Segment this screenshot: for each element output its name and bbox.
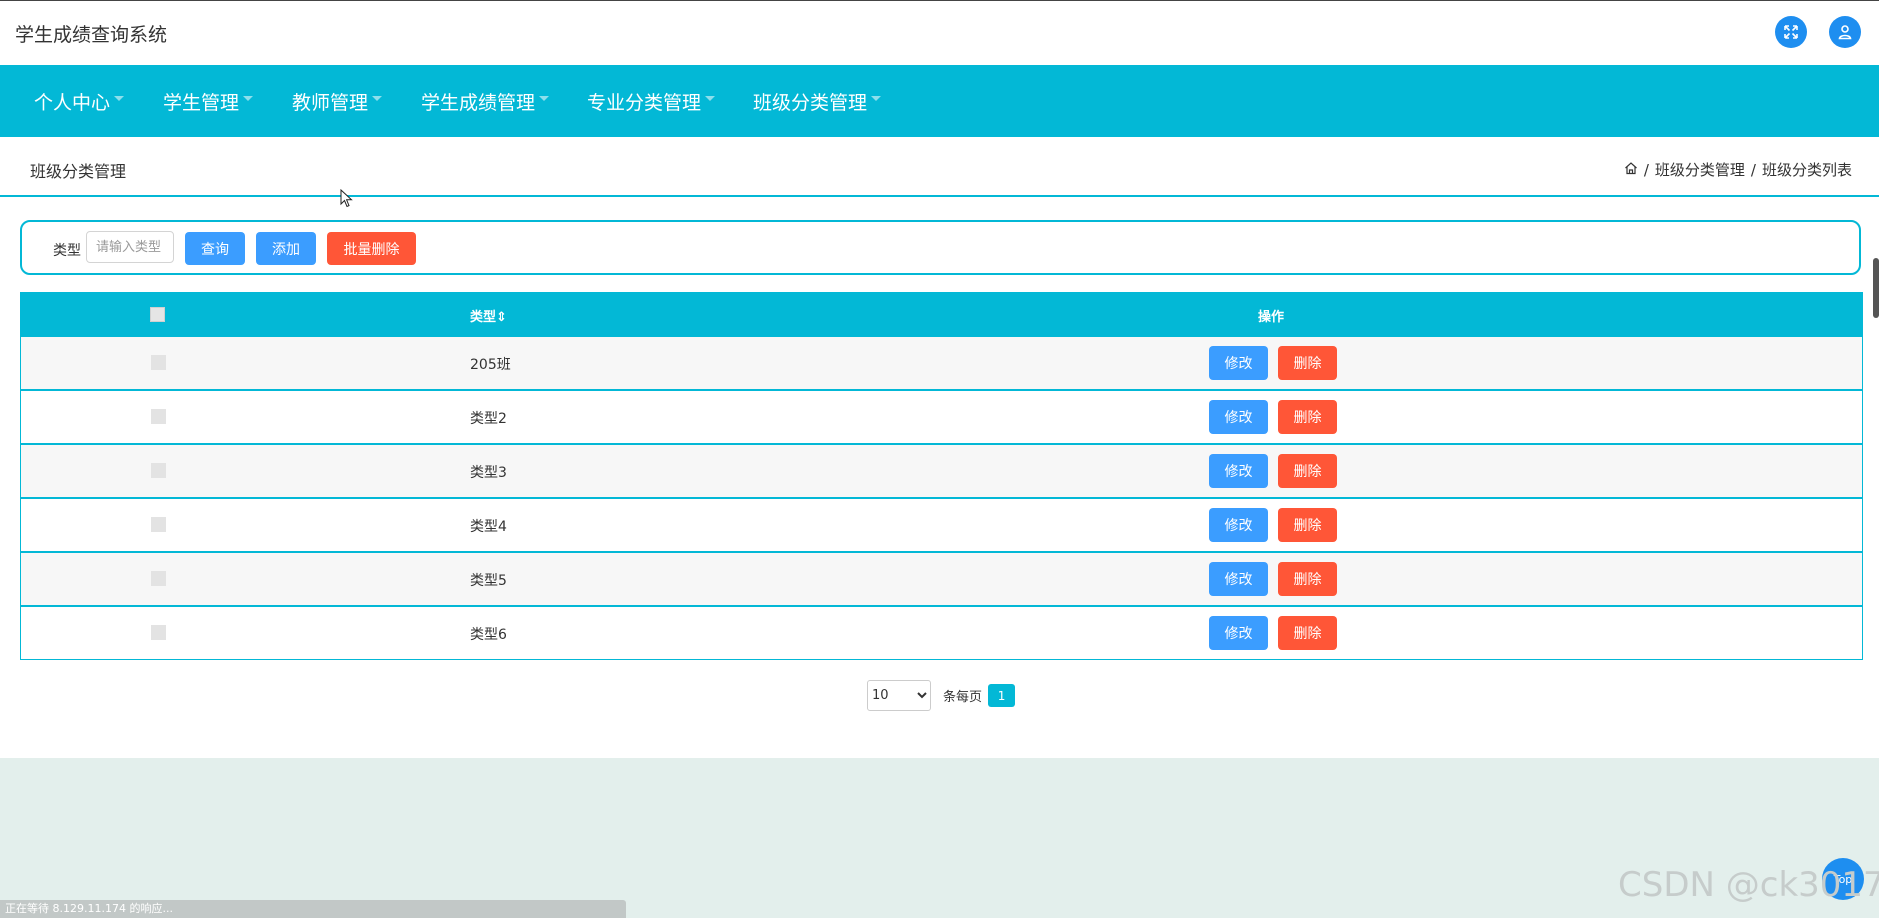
delete-button[interactable]: 删除 <box>1278 346 1337 380</box>
breadcrumb-separator: / <box>1750 160 1756 179</box>
table-header: 类型⇕ 操作 <box>20 292 1863 336</box>
main-nav: 个人中心 学生管理 教师管理 学生成绩管理 专业分类管理 班级分类管理 <box>0 65 1879 137</box>
query-button[interactable]: 查询 <box>185 232 245 265</box>
page-header: 班级分类管理 / 班级分类管理 / 班级分类列表 <box>0 137 1879 197</box>
edit-button[interactable]: 修改 <box>1209 508 1268 542</box>
home-icon[interactable] <box>1624 161 1638 179</box>
page-size-select[interactable]: 10 <box>867 680 931 711</box>
edit-button[interactable]: 修改 <box>1209 454 1268 488</box>
nav-item-label: 学生成绩管理 <box>421 91 536 114</box>
app-title: 学生成绩查询系统 <box>15 24 168 46</box>
edit-button[interactable]: 修改 <box>1209 562 1268 596</box>
add-button[interactable]: 添加 <box>256 232 316 265</box>
page-number-1[interactable]: 1 <box>988 684 1016 707</box>
edit-button[interactable]: 修改 <box>1209 400 1268 434</box>
page-title: 班级分类管理 <box>30 162 127 181</box>
breadcrumb-item-class-category-list: 班级分类列表 <box>1761 161 1852 179</box>
pagination: 10 条每页 1 <box>867 680 1016 711</box>
edit-button[interactable]: 修改 <box>1209 346 1268 380</box>
delete-button[interactable]: 删除 <box>1278 454 1337 488</box>
type-search-input[interactable] <box>86 231 174 263</box>
nav-item-label: 个人中心 <box>34 91 111 114</box>
nav-item-student-management[interactable]: 学生管理 <box>163 89 254 114</box>
user-icon[interactable] <box>1829 16 1861 48</box>
row-checkbox[interactable] <box>151 517 166 532</box>
nav-item-label: 教师管理 <box>292 91 369 114</box>
delete-button[interactable]: 删除 <box>1278 400 1337 434</box>
table-row: 类型5 修改 删除 <box>20 552 1863 606</box>
type-cell: 类型3 <box>470 465 507 481</box>
search-form: 类型 查询 添加 批量删除 <box>20 220 1861 275</box>
nav-item-score-management[interactable]: 学生成绩管理 <box>421 89 550 114</box>
type-cell: 类型6 <box>470 627 507 643</box>
chevron-down-icon <box>539 95 550 101</box>
row-checkbox[interactable] <box>151 625 166 640</box>
top-header: 学生成绩查询系统 <box>0 0 1879 65</box>
edit-button[interactable]: 修改 <box>1209 616 1268 650</box>
chevron-down-icon <box>243 95 254 101</box>
chevron-down-icon <box>372 95 383 101</box>
row-checkbox[interactable] <box>151 355 166 370</box>
row-checkbox[interactable] <box>151 571 166 586</box>
nav-item-label: 专业分类管理 <box>587 91 702 114</box>
type-label: 类型 <box>53 243 81 259</box>
batch-delete-button[interactable]: 批量删除 <box>327 232 416 265</box>
nav-item-major-category-management[interactable]: 专业分类管理 <box>587 89 716 114</box>
delete-button[interactable]: 删除 <box>1278 562 1337 596</box>
row-checkbox[interactable] <box>151 463 166 478</box>
chevron-down-icon <box>114 95 125 101</box>
delete-button[interactable]: 删除 <box>1278 616 1337 650</box>
table-row: 类型3 修改 删除 <box>20 444 1863 498</box>
nav-item-teacher-management[interactable]: 教师管理 <box>292 89 383 114</box>
per-page-label: 条每页 <box>943 690 983 705</box>
fullscreen-icon[interactable] <box>1775 16 1807 48</box>
type-cell: 类型4 <box>470 519 507 535</box>
breadcrumb-item-class-category-management[interactable]: 班级分类管理 <box>1655 159 1745 180</box>
table-row: 类型4 修改 删除 <box>20 498 1863 552</box>
chevron-down-icon <box>871 95 882 101</box>
breadcrumb: / 班级分类管理 / 班级分类列表 <box>1624 159 1852 180</box>
column-header-type[interactable]: 类型⇕ <box>470 306 507 325</box>
type-cell: 类型5 <box>470 573 507 589</box>
chevron-down-icon <box>705 95 716 101</box>
nav-item-label: 学生管理 <box>163 91 240 114</box>
type-cell: 205班 <box>470 357 511 373</box>
row-checkbox[interactable] <box>151 409 166 424</box>
table-row: 205班 修改 删除 <box>20 336 1863 390</box>
delete-button[interactable]: 删除 <box>1278 508 1337 542</box>
breadcrumb-separator: / <box>1643 160 1649 179</box>
scrollbar-thumb[interactable] <box>1873 258 1879 318</box>
table-row: 类型6 修改 删除 <box>20 606 1863 660</box>
type-cell: 类型2 <box>470 411 507 427</box>
nav-item-personal-center[interactable]: 个人中心 <box>34 89 125 114</box>
watermark: CSDN @ck3017 <box>1618 865 1879 905</box>
select-all-checkbox[interactable] <box>150 307 165 322</box>
mouse-cursor-icon <box>340 188 354 213</box>
column-header-actions: 操作 <box>1258 310 1285 325</box>
nav-item-label: 班级分类管理 <box>753 91 868 114</box>
nav-item-class-category-management[interactable]: 班级分类管理 <box>753 89 882 114</box>
browser-status-bar: 正在等待 8.129.11.174 的响应... <box>0 900 626 918</box>
table-row: 类型2 修改 删除 <box>20 390 1863 444</box>
